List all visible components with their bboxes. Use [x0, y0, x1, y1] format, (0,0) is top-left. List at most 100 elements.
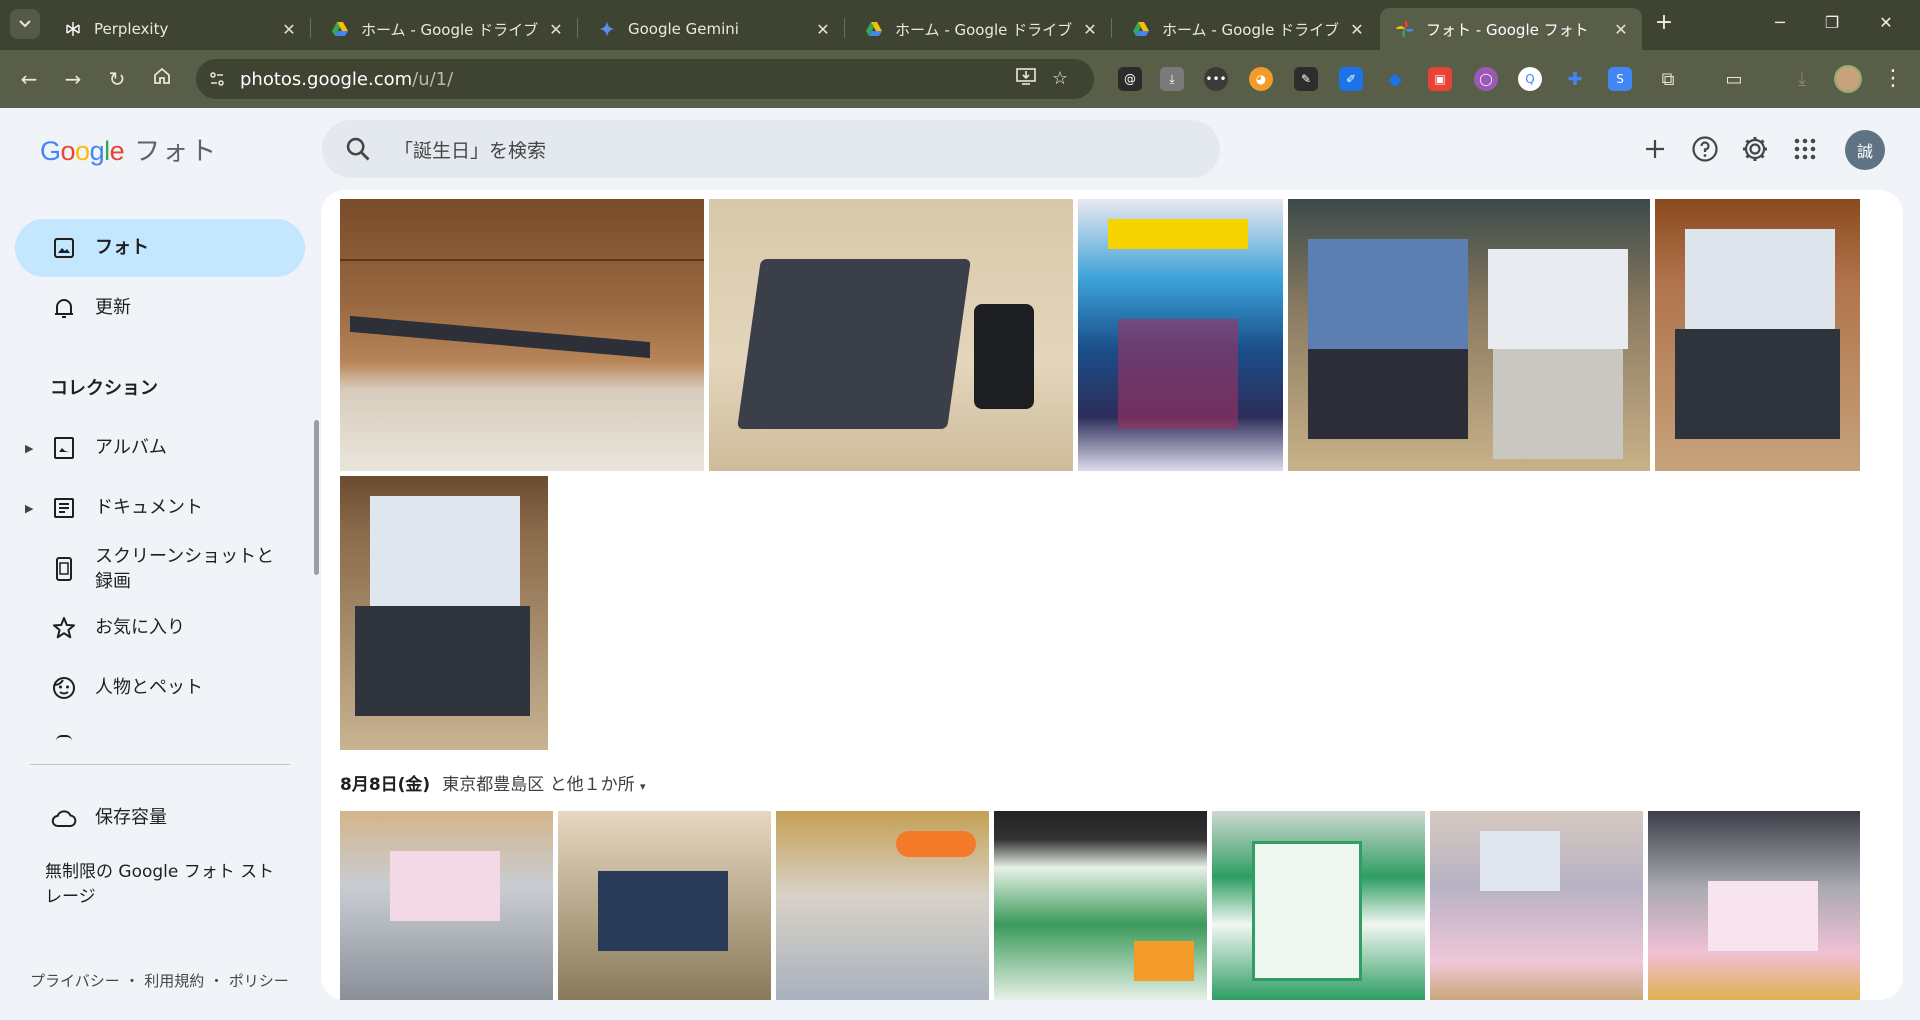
bookmark-star-icon[interactable]: ☆: [1048, 67, 1072, 91]
google-photos-logo[interactable]: Google フォト: [40, 131, 218, 168]
download-extension-icon[interactable]: ⤓: [1160, 67, 1184, 91]
location-dropdown[interactable]: 東京都豊島区 と他１か所 ▾: [442, 775, 645, 795]
photo-thumbnail[interactable]: [340, 199, 704, 471]
settings-gear-icon[interactable]: [1738, 132, 1772, 166]
sidebar-item-label: ドキュメント: [95, 497, 203, 518]
laptop-keyboard: [1493, 349, 1623, 459]
notes-extension-icon[interactable]: ✎: [1294, 67, 1318, 91]
laptop-screen: [1308, 239, 1468, 349]
close-window-icon[interactable]: ✕: [1866, 10, 1906, 38]
dropdown-caret-icon: ▾: [640, 780, 646, 793]
photo-thumbnail[interactable]: [1430, 811, 1643, 1000]
laptop-screen: [1685, 229, 1835, 329]
tab-gemini[interactable]: Google Gemini ✕: [582, 8, 845, 50]
photo-thumbnail[interactable]: [994, 811, 1207, 1000]
sidebar-item-storage[interactable]: 保存容量: [15, 789, 305, 847]
laptop-shape: [737, 259, 971, 429]
puzzle-extensions-icon[interactable]: ⧉: [1656, 67, 1680, 91]
tab-google-drive-2[interactable]: ホーム - Google ドライブ ✕: [849, 8, 1112, 50]
browser-menu-icon[interactable]: ⋮: [1882, 64, 1904, 94]
photo-thumbnail[interactable]: [776, 811, 989, 1000]
sidebar-item-documents[interactable]: ▶ ドキュメント: [15, 479, 305, 537]
wood-grain: [340, 259, 704, 261]
logo-letter: g: [89, 136, 105, 166]
laptop-shape: [350, 315, 650, 359]
downloads-icon[interactable]: ⤓: [1790, 67, 1814, 91]
sidebar-item-photos[interactable]: フォト: [15, 219, 305, 277]
photo-thumbnail[interactable]: [558, 811, 771, 1000]
tab-separator: [1111, 18, 1112, 38]
photo-thumbnail[interactable]: [709, 199, 1073, 471]
footer-links[interactable]: プライバシー ・ 利用規約 ・ ポリシー: [30, 970, 289, 991]
tab-google-photos[interactable]: フォト - Google フォト ✕: [1380, 8, 1642, 50]
apps-grid-icon[interactable]: [1788, 132, 1822, 166]
reload-icon[interactable]: ↻: [102, 64, 132, 94]
tab-separator: [577, 18, 578, 38]
sidebar-item-label: スクリーンショットと録画: [95, 546, 275, 592]
pen-extension-icon[interactable]: ✐: [1339, 67, 1363, 91]
address-bar[interactable]: photos.google.com/u/1/ ☆: [196, 59, 1094, 99]
forward-icon[interactable]: →: [58, 64, 88, 94]
circle-extension-icon[interactable]: ◯: [1474, 67, 1498, 91]
photo-thumbnail[interactable]: [1655, 199, 1860, 471]
close-tab-icon[interactable]: ✕: [545, 20, 567, 39]
photo-thumbnail[interactable]: [340, 811, 553, 1000]
home-icon[interactable]: [147, 64, 177, 94]
star-icon: [51, 615, 77, 641]
search-bar[interactable]: 「誕生日」を検索: [322, 120, 1220, 178]
s-extension-icon[interactable]: S: [1608, 67, 1632, 91]
laptop-screen: [598, 871, 728, 951]
close-tab-icon[interactable]: ✕: [812, 20, 834, 39]
back-icon[interactable]: ←: [14, 64, 44, 94]
photo-thumbnail[interactable]: [1078, 199, 1283, 471]
install-app-icon[interactable]: [1014, 67, 1038, 91]
document-icon: [51, 495, 77, 521]
red-extension-icon[interactable]: ▣: [1428, 67, 1452, 91]
face-icon: [51, 675, 77, 701]
warranty-card: [1252, 841, 1362, 981]
create-plus-icon[interactable]: [1638, 132, 1672, 166]
gem-extension-icon[interactable]: ◆: [1383, 67, 1407, 91]
tab-title: フォト - Google フォト: [1426, 20, 1589, 39]
plus-extension-icon[interactable]: ✚: [1563, 67, 1587, 91]
sidebar-divider: [30, 764, 290, 765]
extension-icon[interactable]: @: [1118, 67, 1142, 91]
logo-letter: G: [40, 136, 61, 166]
lens-extension-icon[interactable]: Q: [1518, 67, 1542, 91]
laptop-screen: [1708, 881, 1818, 951]
photo-thumbnail[interactable]: [340, 476, 548, 750]
sidebar-item-albums[interactable]: ▶ アルバム: [15, 419, 305, 477]
phone-screenshot-icon: [51, 556, 77, 582]
cat-extension-icon[interactable]: ◕: [1249, 67, 1273, 91]
tab-google-drive-3[interactable]: ホーム - Google ドライブ ✕: [1116, 8, 1378, 50]
tab-search-button[interactable]: [10, 9, 40, 39]
site-info-icon[interactable]: [204, 66, 230, 92]
expand-caret-icon[interactable]: ▶: [25, 442, 33, 455]
new-tab-button[interactable]: +: [1650, 10, 1678, 38]
product-name: フォト: [134, 136, 219, 166]
account-avatar[interactable]: 誠: [1845, 130, 1885, 170]
close-tab-icon[interactable]: ✕: [1079, 20, 1101, 39]
tab-perplexity[interactable]: Perplexity ✕: [48, 8, 311, 50]
reading-mode-icon[interactable]: ▭: [1722, 67, 1746, 91]
chat-extension-icon[interactable]: •••: [1204, 67, 1228, 91]
sidebar-item-updates[interactable]: 更新: [15, 279, 305, 337]
sidebar-item-people-pets[interactable]: 人物とペット: [15, 659, 305, 717]
help-icon[interactable]: [1688, 132, 1722, 166]
photo-thumbnail[interactable]: [1648, 811, 1860, 1000]
close-tab-icon[interactable]: ✕: [1346, 20, 1368, 39]
restore-icon[interactable]: ❐: [1812, 10, 1852, 38]
sidebar-item-favorites[interactable]: お気に入り: [15, 599, 305, 657]
tab-google-drive-1[interactable]: ホーム - Google ドライブ ✕: [315, 8, 578, 50]
photo-thumbnail[interactable]: [1288, 199, 1650, 471]
search-icon[interactable]: [344, 135, 372, 163]
partial-hidden-icon: [56, 735, 72, 741]
close-tab-icon[interactable]: ✕: [278, 20, 300, 39]
expand-caret-icon[interactable]: ▶: [25, 502, 33, 515]
browser-profile-avatar[interactable]: [1834, 65, 1862, 93]
sidebar-scrollbar[interactable]: [314, 420, 319, 575]
photo-thumbnail[interactable]: [1212, 811, 1425, 1000]
close-tab-icon[interactable]: ✕: [1610, 20, 1632, 39]
sidebar-item-screenshots[interactable]: スクリーンショットと録画: [15, 539, 305, 599]
minimize-icon[interactable]: ─: [1760, 10, 1800, 38]
